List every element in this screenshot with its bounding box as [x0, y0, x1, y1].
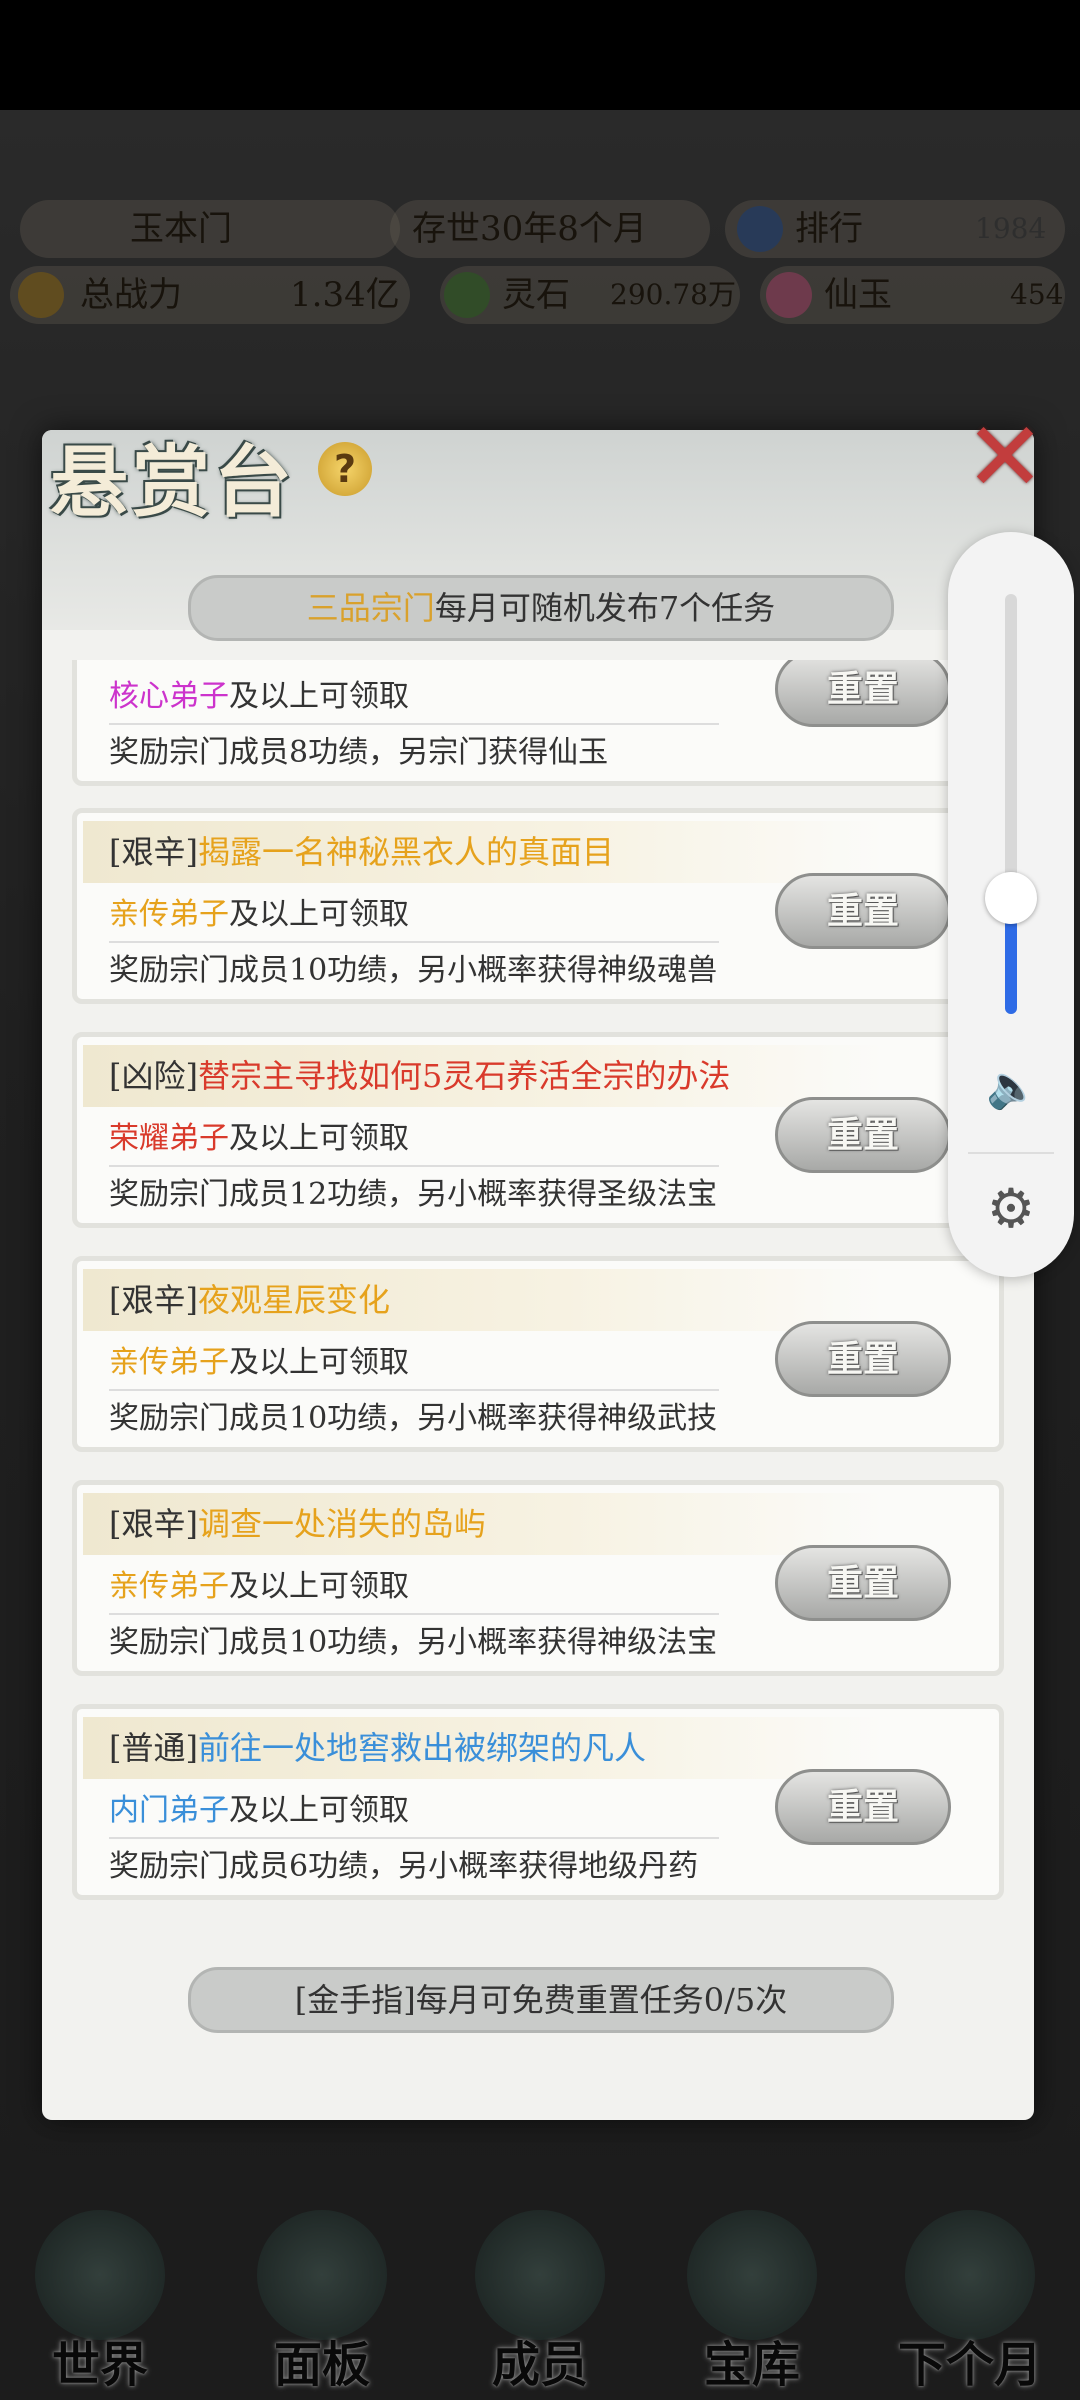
task-title: 夜观星辰变化: [197, 1281, 390, 1319]
task-requirement: 亲传弟子及以上可领取: [109, 1341, 409, 1385]
task-title-line: [艰辛]夜观星辰变化: [109, 1271, 390, 1329]
requirement-suffix: 及以上可领取: [229, 1121, 409, 1156]
task-card: 核心弟子及以上可领取 奖励宗门成员8功绩，另宗门获得仙玉 重置: [72, 660, 1004, 786]
task-card: [艰辛]调查一处消失的岛屿 亲传弟子及以上可领取 奖励宗门成员10功绩，另小概率…: [72, 1480, 1004, 1676]
task-requirement: 荣耀弟子及以上可领取: [109, 1117, 409, 1161]
task-card: [艰辛]揭露一名神秘黑衣人的真面目 亲传弟子及以上可领取 奖励宗门成员10功绩，…: [72, 808, 1004, 1004]
task-title-line: [艰辛]揭露一名神秘黑衣人的真面目: [109, 823, 614, 881]
required-rank: 亲传弟子: [109, 1569, 229, 1604]
help-icon[interactable]: ?: [318, 442, 372, 496]
requirement-suffix: 及以上可领取: [229, 1345, 409, 1380]
gear-icon[interactable]: ⚙: [984, 1182, 1038, 1236]
task-difficulty: [凶险]: [109, 1057, 198, 1095]
task-card: [凶险]替宗主寻找如何5灵石养活全宗的办法 荣耀弟子及以上可领取 奖励宗门成员1…: [72, 1032, 1004, 1228]
task-reward: 奖励宗门成员10功绩，另小概率获得神级魂兽: [109, 953, 718, 988]
task-requirement: 亲传弟子及以上可领取: [109, 1565, 409, 1609]
divider: [109, 941, 719, 943]
required-rank: 内门弟子: [109, 1793, 229, 1828]
task-difficulty: [艰辛]: [109, 1281, 198, 1319]
required-rank: 核心弟子: [109, 679, 229, 714]
required-rank: 亲传弟子: [109, 897, 229, 932]
divider: [109, 1389, 719, 1391]
task-title: 替宗主寻找如何5灵石养活全宗的办法: [197, 1057, 731, 1095]
volume-slider-knob[interactable]: [985, 872, 1037, 924]
task-difficulty: [艰辛]: [109, 1505, 198, 1543]
required-rank: 亲传弟子: [109, 1345, 229, 1380]
task-title: 前往一处地窖救出被绑架的凡人: [197, 1729, 646, 1767]
task-reward: 奖励宗门成员6功绩，另小概率获得地级丹药: [109, 1849, 699, 1884]
task-reward: 奖励宗门成员10功绩，另小概率获得神级武技: [109, 1401, 718, 1436]
task-requirement: 亲传弟子及以上可领取: [109, 893, 409, 937]
divider: [109, 1165, 719, 1167]
divider: [109, 1837, 719, 1839]
task-reward: 奖励宗门成员8功绩，另宗门获得仙玉: [109, 735, 609, 770]
requirement-suffix: 及以上可领取: [229, 897, 409, 932]
task-card: [艰辛]夜观星辰变化 亲传弟子及以上可领取 奖励宗门成员10功绩，另小概率获得神…: [72, 1256, 1004, 1452]
divider: [109, 1613, 719, 1615]
task-title-line: [凶险]替宗主寻找如何5灵石养活全宗的办法: [109, 1047, 730, 1105]
requirement-suffix: 及以上可领取: [229, 679, 409, 714]
volume-panel: 🔈 ⚙: [948, 532, 1074, 1277]
task-requirement: 核心弟子及以上可领取: [109, 675, 409, 719]
reset-button[interactable]: 重置: [775, 1321, 951, 1397]
divider: [109, 723, 719, 725]
modal-title: 悬赏台: [50, 437, 297, 528]
task-title-line: [艰辛]调查一处消失的岛屿: [109, 1495, 486, 1553]
task-list[interactable]: 核心弟子及以上可领取 奖励宗门成员8功绩，另宗门获得仙玉 重置 [艰辛]揭露一名…: [72, 660, 1012, 1915]
close-button[interactable]: ✕: [960, 409, 1050, 505]
status-bar: [0, 0, 1080, 110]
task-title: 揭露一名神秘黑衣人的真面目: [197, 833, 614, 871]
reset-button[interactable]: 重置: [775, 873, 951, 949]
volume-divider: [968, 1152, 1054, 1154]
reset-button[interactable]: 重置: [775, 1545, 951, 1621]
task-title: 调查一处消失的岛屿: [197, 1505, 486, 1543]
task-reward: 奖励宗门成员12功绩，另小概率获得圣级法宝: [109, 1177, 718, 1212]
task-difficulty: [普通]: [109, 1729, 198, 1767]
required-rank: 荣耀弟子: [109, 1121, 229, 1156]
requirement-suffix: 及以上可领取: [229, 1569, 409, 1604]
sect-grade: 三品宗门: [306, 589, 435, 627]
task-reward: 奖励宗门成员10功绩，另小概率获得神级法宝: [109, 1625, 718, 1660]
task-difficulty: [艰辛]: [109, 833, 198, 871]
reset-button[interactable]: 重置: [775, 1097, 951, 1173]
task-title-line: [普通]前往一处地窖救出被绑架的凡人: [109, 1719, 646, 1777]
speaker-icon[interactable]: 🔈: [986, 1062, 1038, 1112]
task-requirement: 内门弟子及以上可领取: [109, 1789, 409, 1833]
task-card: [普通]前往一处地窖救出被绑架的凡人 内门弟子及以上可领取 奖励宗门成员6功绩，…: [72, 1704, 1004, 1900]
reset-button[interactable]: 重置: [775, 1769, 951, 1845]
free-reset-banner: [金手指]每月可免费重置任务0/5次: [188, 1967, 894, 2033]
reset-button[interactable]: 重置: [775, 660, 951, 727]
task-limit-text: 每月可随机发布7个任务: [434, 589, 776, 627]
task-limit-banner: 三品宗门每月可随机发布7个任务: [188, 575, 894, 641]
requirement-suffix: 及以上可领取: [229, 1793, 409, 1828]
